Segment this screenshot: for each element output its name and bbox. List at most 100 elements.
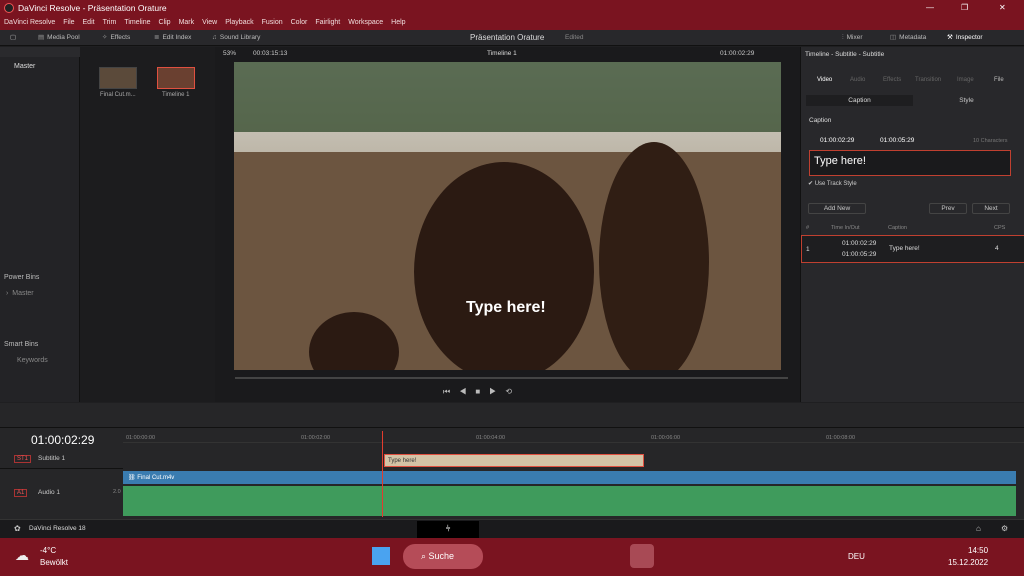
track-id: ST1: [14, 455, 32, 463]
weather-desc: Bewölkt: [40, 558, 69, 567]
menu-file[interactable]: File: [59, 17, 78, 29]
bin-list-panel: Master Power Bins › Master Smart Bins Ke…: [0, 47, 80, 402]
timeline-name: Timeline 1: [162, 92, 190, 98]
gear-icon[interactable]: ⚙: [1001, 524, 1008, 533]
close-button[interactable]: ✕: [999, 3, 1006, 12]
media-pool-button[interactable]: ▤ Media Pool: [38, 33, 80, 43]
loop-icon[interactable]: ⟲: [505, 387, 521, 396]
tab-audio[interactable]: Audio: [850, 77, 865, 83]
menu-edit[interactable]: Edit: [79, 17, 99, 29]
effects-button[interactable]: ✧ Effects: [102, 33, 130, 43]
menu-bar: DaVinci Resolve File Edit Trim Timeline Clip M…: [0, 17, 1024, 30]
timeline-thumbnail[interactable]: [157, 67, 195, 89]
metadata-button[interactable]: ◫ Metadata: [890, 33, 926, 43]
media-pool-panel: Final Cut.m... Timeline 1: [80, 47, 215, 402]
top-toolbar: ▢ ▤ Media Pool ✧ Effects ≣ Edit Index ♫ Soun…: [0, 30, 1024, 46]
stop-icon[interactable]: ■: [475, 387, 489, 396]
prev-button[interactable]: Prev: [929, 203, 967, 214]
video-clip[interactable]: ⛓ Final Cut.m4v: [123, 471, 1016, 484]
app-version: DaVinci Resolve 18: [29, 525, 86, 532]
subtab-caption[interactable]: Caption: [806, 95, 913, 106]
tab-effects[interactable]: Effects: [883, 77, 901, 83]
playhead[interactable]: [382, 431, 383, 517]
timeline-ruler[interactable]: 01:00:00:00 01:00:02:00 01:00:04:00 01:0…: [123, 429, 1024, 443]
maximize-button[interactable]: ❐: [961, 3, 968, 12]
reverse-icon[interactable]: ◀: [459, 387, 475, 396]
play-icon[interactable]: ▶: [489, 387, 505, 396]
timeline-area: 01:00:02:29 01:00:00:00 01:00:02:00 01:0…: [0, 403, 1024, 519]
mixer-icon: ⫶: [842, 34, 844, 41]
clock-time[interactable]: 14:50: [968, 546, 988, 555]
smart-bin-keywords[interactable]: Keywords: [17, 357, 48, 364]
menu-clip[interactable]: Clip: [155, 17, 175, 29]
clip-thumbnail[interactable]: [99, 67, 137, 89]
metadata-icon: ◫: [890, 34, 897, 41]
use-track-style-checkbox[interactable]: ✔ Use Track Style: [808, 180, 857, 187]
app-icon: [4, 3, 14, 13]
subtab-style[interactable]: Style: [913, 95, 1020, 106]
menu-workspace[interactable]: Workspace: [344, 17, 387, 29]
clock-date[interactable]: 15.12.2022: [948, 558, 988, 567]
tab-image[interactable]: Image: [957, 77, 974, 83]
add-new-button[interactable]: Add New: [808, 203, 866, 214]
video-image: [234, 62, 781, 370]
layout-toggle-icon[interactable]: ▢: [10, 33, 16, 43]
transport-controls: ⏮◀■▶⟲: [443, 387, 553, 399]
davinci-taskbar-icon[interactable]: [630, 544, 654, 568]
sound-library-button[interactable]: ♫ Sound Library: [212, 33, 260, 43]
caption-section-label: Caption: [809, 117, 832, 124]
skip-start-icon[interactable]: ⏮: [443, 387, 459, 396]
minimize-button[interactable]: —: [926, 3, 934, 12]
menu-timeline[interactable]: Timeline: [120, 17, 154, 29]
language-indicator[interactable]: DEU: [848, 552, 865, 561]
search-box[interactable]: ⌕ Suche: [403, 544, 483, 569]
inspector-button[interactable]: ⚒ Inspector: [947, 33, 983, 43]
power-bins-header: Power Bins: [4, 274, 40, 281]
mixer-button[interactable]: ⫶ Mixer: [842, 33, 863, 43]
in-timecode[interactable]: 01:00:02:29: [820, 137, 854, 144]
menu-playback[interactable]: Playback: [221, 17, 257, 29]
menu-color[interactable]: Color: [287, 17, 312, 29]
menu-trim[interactable]: Trim: [99, 17, 121, 29]
subtitle-clip[interactable]: Type here!: [384, 454, 644, 467]
link-icon: ⛓: [128, 475, 138, 481]
effects-icon: ✧: [102, 34, 108, 41]
page-navigation-bar: ✿ DaVinci Resolve 18 ⫩ ⌂ ⚙: [0, 519, 1024, 538]
bin-list-toolbar: [0, 47, 80, 57]
tab-transition[interactable]: Transition: [915, 77, 941, 83]
project-name: Präsentation Orature: [470, 33, 545, 42]
next-button[interactable]: Next: [972, 203, 1010, 214]
window-title: DaVinci Resolve - Präsentation Orature: [18, 3, 167, 13]
weather-temp: -4°C: [40, 546, 57, 555]
audio-clip[interactable]: [123, 486, 1016, 516]
caption-table: # Time In/Out Caption CPS 1 01:00:02:29 …: [801, 225, 1024, 263]
home-icon[interactable]: ⌂: [976, 524, 981, 533]
menu-davinci[interactable]: DaVinci Resolve: [0, 17, 59, 29]
start-button[interactable]: [372, 547, 390, 565]
timeline-timecode: 01:00:02:29: [31, 433, 95, 447]
tab-file[interactable]: File: [994, 77, 1004, 83]
zoom-level[interactable]: 53%: [223, 50, 236, 57]
menu-mark[interactable]: Mark: [175, 17, 199, 29]
scrubber-bar[interactable]: [235, 377, 788, 379]
duration-readout: 00:03:15:13: [253, 50, 288, 57]
timeline-selector[interactable]: Timeline 1: [487, 50, 517, 57]
windows-taskbar: ☁ -4°C Bewölkt ⌕ Suche DEU 14:50 15.12.2…: [0, 538, 1024, 576]
power-bin-master[interactable]: › Master: [6, 290, 34, 297]
table-header: # Time In/Out Caption CPS: [806, 225, 1006, 231]
menu-view[interactable]: View: [198, 17, 221, 29]
out-timecode[interactable]: 01:00:05:29: [880, 137, 914, 144]
menu-fairlight[interactable]: Fairlight: [311, 17, 344, 29]
bin-master[interactable]: Master: [14, 63, 35, 70]
viewer-timecode: 01:00:02:29: [720, 50, 755, 57]
edit-index-button[interactable]: ≣ Edit Index: [154, 33, 191, 43]
table-row[interactable]: 1 01:00:02:29 01:00:05:29 Type here! 4: [801, 235, 1024, 263]
character-count: 10 Characters: [973, 138, 1008, 144]
project-status: Edited: [565, 34, 584, 41]
caption-text-field[interactable]: Type here!: [809, 150, 1011, 176]
menu-help[interactable]: Help: [387, 17, 409, 29]
menu-fusion[interactable]: Fusion: [258, 17, 287, 29]
track-level: 2.0: [113, 489, 121, 495]
tab-video[interactable]: Video: [817, 77, 832, 83]
edit-page-tab[interactable]: ⫩: [417, 521, 479, 538]
